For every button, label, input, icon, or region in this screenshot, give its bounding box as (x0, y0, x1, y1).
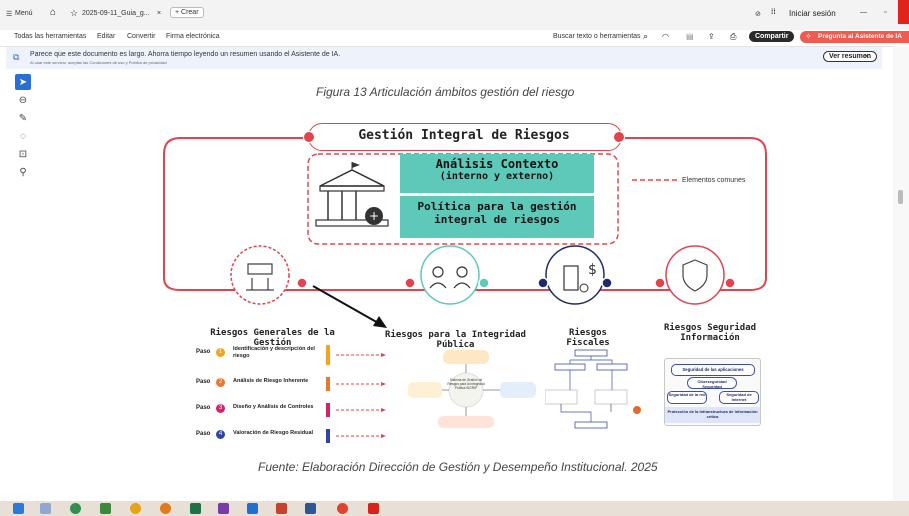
firefox-icon[interactable] (160, 503, 171, 514)
text-select-tool-icon[interactable]: ⊡ (15, 146, 31, 162)
right-sidebar (893, 46, 909, 501)
menu-item-convert[interactable]: Convertir (127, 33, 155, 40)
acrobat-icon[interactable] (368, 503, 379, 514)
context-analysis-box: Análisis Contexto (interno y externo) (400, 154, 594, 193)
fiscal-flowchart (545, 349, 641, 429)
restore-button[interactable]: ▫ (884, 9, 886, 16)
source-caption: Fuente: Elaboración Dirección de Gestión… (258, 460, 658, 474)
figure-caption: Figura 13 Articulación ámbitos gestión d… (316, 85, 575, 99)
eraser-tool-icon[interactable]: ◌ (15, 128, 31, 144)
security-internet: Seguridad de Internet (719, 391, 759, 404)
star-icon[interactable]: ☆ (70, 8, 78, 19)
step-3-text: Diseño y Análisis de Controles (229, 403, 330, 417)
step-1-number: 1 (216, 348, 225, 357)
start-icon[interactable] (13, 503, 24, 514)
category-security-risks: Riesgos Seguridad Información (663, 323, 757, 343)
menu-label[interactable]: Menú (15, 10, 33, 17)
onenote-icon[interactable] (218, 503, 229, 514)
new-tab-button[interactable]: + Crear (170, 7, 204, 18)
share-button[interactable]: Compartir (749, 31, 795, 42)
annotation-arrow (312, 285, 387, 328)
step-4-label: Paso (196, 431, 211, 437)
ai-sparkle-icon: ✧ (805, 32, 812, 41)
select-tool-icon[interactable]: ➤ (15, 74, 31, 90)
step-3-number: 3 (216, 404, 225, 413)
banner-close-button[interactable]: × (864, 51, 869, 61)
word-icon[interactable] (305, 503, 316, 514)
building-icon: + (315, 162, 389, 227)
taskview-icon[interactable] (40, 503, 51, 514)
svg-text:+: + (369, 209, 379, 223)
minimize-button[interactable]: — (860, 9, 867, 16)
step-3-label: Paso (196, 405, 211, 411)
menu-item-edit[interactable]: Editar (97, 33, 115, 40)
cloud-upload-icon[interactable]: ⇪ (708, 32, 715, 41)
page-icon[interactable]: ▤ (686, 32, 694, 41)
outlook-icon[interactable] (247, 503, 258, 514)
menu-bar: Todas las herramientas Editar Convertir … (0, 30, 909, 47)
step-2-number: 2 (216, 378, 225, 387)
edge-icon[interactable] (70, 503, 81, 514)
security-cyber: Ciberseguridad Seguridad (687, 377, 737, 389)
step-1-text: Identificación y descripción del riesgo (229, 345, 330, 365)
scrollbar-thumb[interactable] (898, 190, 903, 204)
context-title: Análisis Contexto (435, 157, 559, 171)
chrome-icon[interactable] (130, 503, 141, 514)
security-infrastructure: Protección de la Infraestructura de Info… (665, 407, 760, 423)
search-icon[interactable]: ⌕ (643, 31, 648, 42)
policy-line-1: Política para la gestión (417, 200, 577, 213)
ai-assistant-button[interactable]: Pregunta al Asistente de IA (800, 31, 909, 43)
home-icon[interactable]: ⌂ (50, 7, 56, 18)
menu-item-all-tools[interactable]: Todas las herramientas (14, 33, 86, 40)
security-apps: Seguridad de las aplicaciones (671, 364, 755, 376)
context-subtitle: (interno y externo) (439, 171, 555, 182)
excel-icon[interactable] (190, 503, 201, 514)
signin-link[interactable]: Iniciar sesión (789, 9, 836, 18)
powerpoint-icon[interactable] (276, 503, 287, 514)
policy-box: Política para la gestión integral de rie… (400, 196, 594, 238)
headphones-icon[interactable]: ◠ (662, 32, 669, 41)
security-network: Seguridad de la red (667, 391, 707, 404)
title-bar: ☰ Menú ⌂ ☆ 2025-09-11_Guia_g... × + Crea… (0, 0, 909, 30)
legend-label: Elementos comunes (682, 177, 746, 184)
category-circles: $ (230, 245, 736, 305)
banner-message: Parece que este documento es largo. Ahor… (30, 51, 341, 58)
ai-summary-banner: ⧉ Parece que este documento es largo. Ah… (6, 47, 882, 69)
search-tools-label[interactable]: Buscar texto o herramientas (553, 33, 641, 40)
step-4-text: Valoración de Riesgo Residual (229, 429, 330, 443)
os-taskbar (0, 501, 909, 516)
connector-dot (303, 131, 315, 143)
integrity-center-text: Sistema de Gestión de Riesgos para la In… (447, 378, 485, 390)
zoom-tool-icon[interactable]: ⊖ (15, 92, 31, 108)
app-icon[interactable] (100, 503, 111, 514)
diagram-title: Gestión Integral de Riesgos (358, 128, 570, 143)
document-ai-icon: ⧉ (13, 52, 20, 62)
browser-icon[interactable] (337, 503, 348, 514)
category-fiscal-risks: Riesgos Fiscales (566, 328, 610, 348)
policy-line-2: integral de riesgos (434, 213, 560, 226)
apps-icon[interactable]: ⁞⁞ (771, 9, 776, 16)
connector-dot (613, 131, 625, 143)
step-4-number: 4 (216, 430, 225, 439)
svg-text:$: $ (588, 262, 597, 278)
print-icon[interactable]: ⎙ (730, 32, 736, 42)
pen-tool-icon[interactable]: ✎ (15, 110, 31, 126)
stamp-tool-icon[interactable]: ⚲ (15, 164, 31, 180)
help-icon[interactable]: ⊘ (755, 10, 761, 18)
step-dashed-arrows (336, 353, 386, 438)
security-panel: Seguridad de las aplicaciones Cibersegur… (664, 358, 761, 426)
close-tab-icon[interactable]: × (157, 10, 161, 17)
step-1-label: Paso (196, 349, 211, 355)
banner-terms[interactable]: Al usar este servicio, aceptas las Condi… (30, 60, 167, 65)
menu-item-sign[interactable]: Firma electrónica (166, 33, 220, 40)
window-close-accent[interactable] (898, 0, 909, 24)
menu-icon[interactable]: ☰ (6, 10, 12, 18)
step-2-label: Paso (196, 379, 211, 385)
category-integrity-risks: Riesgos para la Integridad Pública (385, 330, 526, 350)
document-tab[interactable]: 2025-09-11_Guia_g... (82, 10, 150, 17)
left-toolbar: ➤ ⊖ ✎ ◌ ⊡ ⚲ (12, 72, 34, 192)
step-2-text: Análisis de Riesgo Inherente (229, 377, 330, 391)
